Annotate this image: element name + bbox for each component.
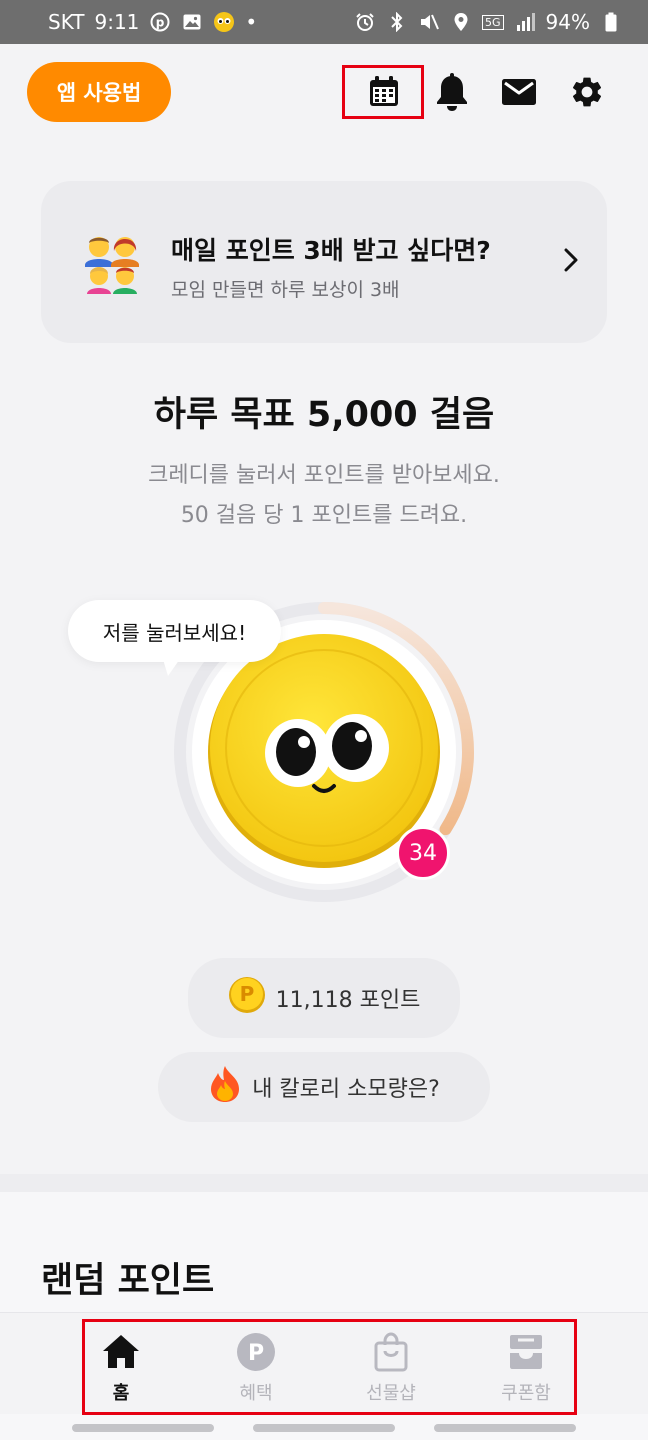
p-circle-icon: p <box>149 11 171 33</box>
mail-icon[interactable] <box>493 66 545 118</box>
family-icon <box>79 231 145 297</box>
battery-percent: 94% <box>545 10 590 34</box>
status-left: SKT 9:11 p • <box>48 10 257 34</box>
coin-area: 저를 눌러보세요! 34 <box>0 590 648 920</box>
point-coin-icon: P <box>228 976 266 1020</box>
calorie-pill[interactable]: 내 칼로리 소모량은? <box>158 1052 490 1122</box>
chevron-right-icon <box>563 247 579 277</box>
goal-desc-line2: 50 걸음 당 1 포인트를 드려요. <box>180 503 468 528</box>
random-points-title: 랜덤 포인트 <box>41 1261 215 1301</box>
location-icon <box>450 11 472 33</box>
calorie-label: 내 칼로리 소모량은? <box>252 1077 440 1102</box>
fire-icon <box>208 1065 242 1109</box>
bottom-nav-highlight <box>82 1319 577 1415</box>
goal-description: 크레디를 눌러서 포인트를 받아보세요. 50 걸음 당 1 포인트를 드려요. <box>0 456 648 536</box>
top-bar: 앱 사용법 <box>0 62 648 124</box>
bottom-nav: 홈 P 혜택 선물샵 쿠폰함 <box>0 1312 648 1415</box>
section-divider <box>0 1174 648 1192</box>
tap-me-bubble: 저를 눌러보세요! <box>68 600 281 662</box>
calendar-highlight <box>342 65 424 119</box>
carrier: SKT <box>48 10 85 34</box>
signal-icon <box>514 11 536 33</box>
svg-text:P: P <box>239 982 254 1006</box>
bluetooth-icon <box>386 11 408 33</box>
mute-icon <box>418 11 440 33</box>
promo-card[interactable]: 매일 포인트 3배 받고 싶다면? 모임 만들면 하루 보상이 3배 <box>41 181 607 343</box>
promo-title: 매일 포인트 3배 받고 싶다면? <box>171 236 491 265</box>
points-pill[interactable]: P 11,118 포인트 <box>188 958 460 1038</box>
image-icon <box>181 11 203 33</box>
daily-goal-title: 하루 목표 5,000 걸음 <box>153 395 495 435</box>
gear-icon[interactable] <box>561 66 613 118</box>
status-bar: SKT 9:11 p • 5G 94% <box>0 0 648 44</box>
status-right: 5G 94% <box>354 10 622 34</box>
points-label: 11,118 포인트 <box>275 988 421 1013</box>
promo-subtitle: 모임 만들면 하루 보상이 3배 <box>171 279 400 301</box>
gesture-bar-center <box>253 1424 395 1432</box>
gesture-bar-right <box>434 1424 576 1432</box>
gesture-bar-left <box>72 1424 214 1432</box>
bubble-tail <box>162 656 182 676</box>
step-count-badge: 34 <box>396 826 450 880</box>
bell-icon[interactable] <box>426 66 478 118</box>
alarm-icon <box>354 11 376 33</box>
emoji-icon <box>213 11 235 33</box>
app-guide-button[interactable]: 앱 사용법 <box>27 62 171 122</box>
notification-dot: • <box>245 10 258 34</box>
svg-text:p: p <box>156 16 165 30</box>
battery-icon <box>600 11 622 33</box>
goal-desc-line1: 크레디를 눌러서 포인트를 받아보세요. <box>148 463 500 488</box>
clock: 9:11 <box>94 10 140 34</box>
network-label: 5G <box>482 14 504 30</box>
